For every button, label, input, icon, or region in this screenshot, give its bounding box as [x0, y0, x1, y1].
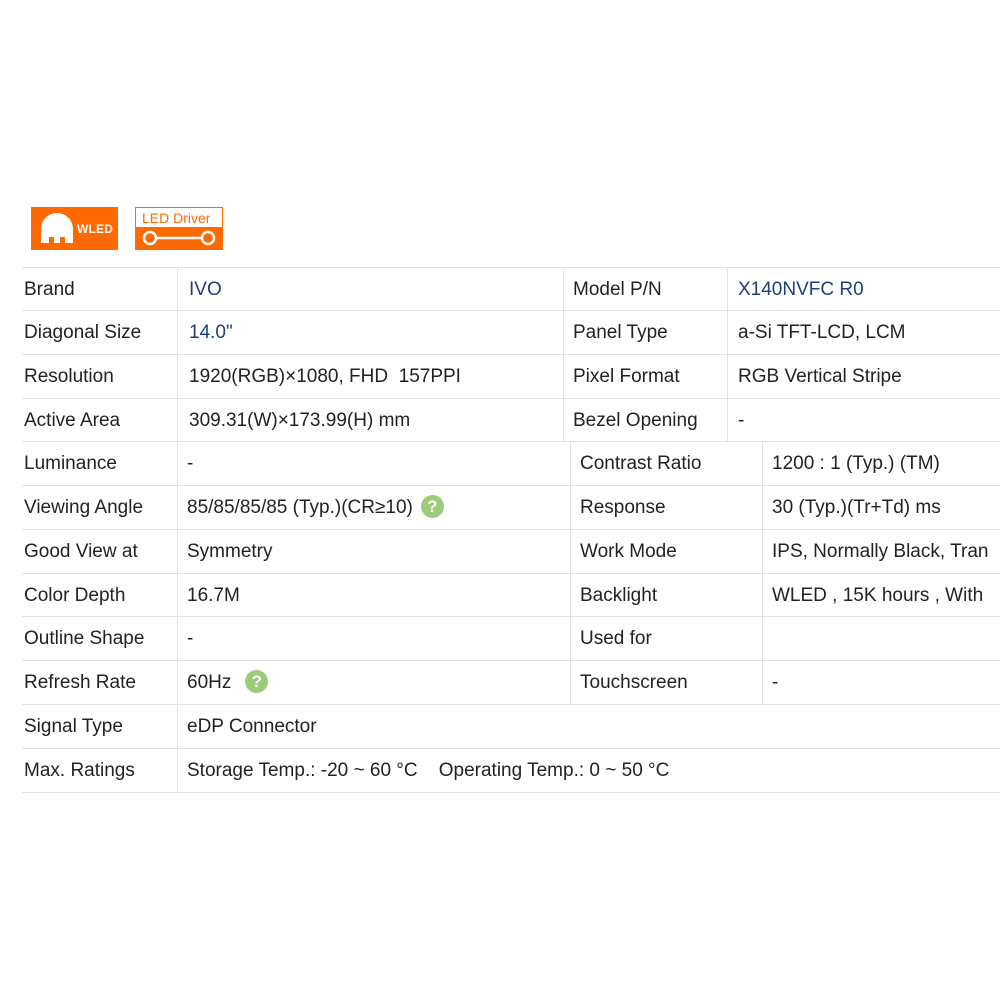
- spec-row: Max. Ratings Storage Temp.: -20 ~ 60 °C …: [0, 749, 1000, 792]
- spec-value: 16.7M: [187, 585, 240, 606]
- spec-label: Model P/N: [573, 279, 662, 300]
- spec-row: Color Depth 16.7M Backlight WLED , 15K h…: [0, 574, 1000, 617]
- wled-badge-label: WLED: [77, 222, 114, 236]
- spec-row: Active Area 309.31(W)×173.99(H) mm Bezel…: [0, 399, 1000, 442]
- spec-label: Brand: [24, 279, 75, 300]
- led-driver-badge-label: LED Driver: [142, 210, 211, 226]
- spec-label: Bezel Opening: [573, 410, 698, 431]
- spec-row: Refresh Rate 60Hz? Touchscreen -: [0, 661, 1000, 704]
- spec-label: Signal Type: [24, 716, 123, 737]
- spec-value: 30 (Typ.)(Tr+Td) ms: [772, 497, 941, 518]
- row-divider: [22, 792, 1000, 793]
- spec-row: Good View at Symmetry Work Mode IPS, Nor…: [0, 530, 1000, 573]
- spec-label: Active Area: [24, 410, 121, 431]
- wled-badge: WLED: [31, 207, 118, 250]
- spec-label: Viewing Angle: [24, 497, 144, 518]
- spec-label: Color Depth: [24, 585, 126, 606]
- connector-icon: [142, 230, 216, 246]
- spec-value: -: [738, 410, 745, 431]
- help-icon[interactable]: ?: [420, 495, 444, 519]
- spec-row: Resolution 1920(RGB)×1080, FHD 157PPI Pi…: [0, 355, 1000, 398]
- spec-row: Diagonal Size 14.0" Panel Type a-Si TFT-…: [0, 311, 1000, 354]
- spec-value: IPS, Normally Black, Tran: [772, 541, 989, 562]
- spec-label: Max. Ratings: [24, 760, 135, 781]
- led-driver-badge: LED Driver: [135, 207, 223, 250]
- spec-label: Luminance: [24, 453, 117, 474]
- brand-link[interactable]: IVO: [189, 268, 222, 311]
- spec-value: 60Hz: [187, 672, 232, 693]
- spec-value: eDP Connector: [187, 716, 317, 737]
- spec-row: Brand IVO Model P/N X140NVFC R0: [0, 268, 1000, 311]
- spec-value: WLED , 15K hours , With: [772, 585, 984, 606]
- spec-row: Signal Type eDP Connector: [0, 705, 1000, 748]
- spec-row: Outline Shape - Used for: [0, 617, 1000, 660]
- spec-label: Refresh Rate: [24, 672, 136, 693]
- spec-label: Response: [580, 497, 666, 518]
- spec-value: -: [772, 672, 779, 693]
- spec-value: -: [187, 628, 194, 649]
- spec-label: Resolution: [24, 366, 114, 387]
- spec-label: Work Mode: [580, 541, 677, 562]
- spec-label: Panel Type: [573, 322, 668, 343]
- diagonal-size-link[interactable]: 14.0": [189, 311, 233, 354]
- spec-value: 85/85/85/85 (Typ.)(CR≥10): [187, 497, 413, 518]
- spec-value: 1920(RGB)×1080, FHD 157PPI: [189, 366, 461, 387]
- spec-value: 309.31(W)×173.99(H) mm: [189, 410, 411, 431]
- help-icon[interactable]: ?: [245, 670, 269, 694]
- spec-label: Backlight: [580, 585, 658, 606]
- spec-label: Contrast Ratio: [580, 453, 702, 474]
- spec-row: Viewing Angle 85/85/85/85 (Typ.)(CR≥10)?…: [0, 486, 1000, 529]
- spec-value: Symmetry: [187, 541, 273, 562]
- spec-label: Outline Shape: [24, 628, 145, 649]
- spec-value: a-Si TFT-LCD, LCM: [738, 322, 906, 343]
- spec-label: Touchscreen: [580, 672, 688, 693]
- spec-label: Used for: [580, 628, 652, 649]
- led-bulb-icon: [41, 213, 73, 245]
- spec-value-with-help: 85/85/85/85 (Typ.)(CR≥10)?: [187, 486, 444, 529]
- spec-value: Storage Temp.: -20 ~ 60 °C Operating Tem…: [187, 760, 670, 781]
- spec-value: -: [187, 453, 194, 474]
- spec-value: RGB Vertical Stripe: [738, 366, 902, 387]
- spec-label: Good View at: [24, 541, 138, 562]
- model-link[interactable]: X140NVFC R0: [738, 268, 864, 311]
- spec-value-with-help: 60Hz?: [187, 661, 269, 704]
- spec-label: Pixel Format: [573, 366, 680, 387]
- spec-value: 1200 : 1 (Typ.) (TM): [772, 453, 940, 474]
- spec-label: Diagonal Size: [24, 322, 142, 343]
- spec-row: Luminance - Contrast Ratio 1200 : 1 (Typ…: [0, 442, 1000, 485]
